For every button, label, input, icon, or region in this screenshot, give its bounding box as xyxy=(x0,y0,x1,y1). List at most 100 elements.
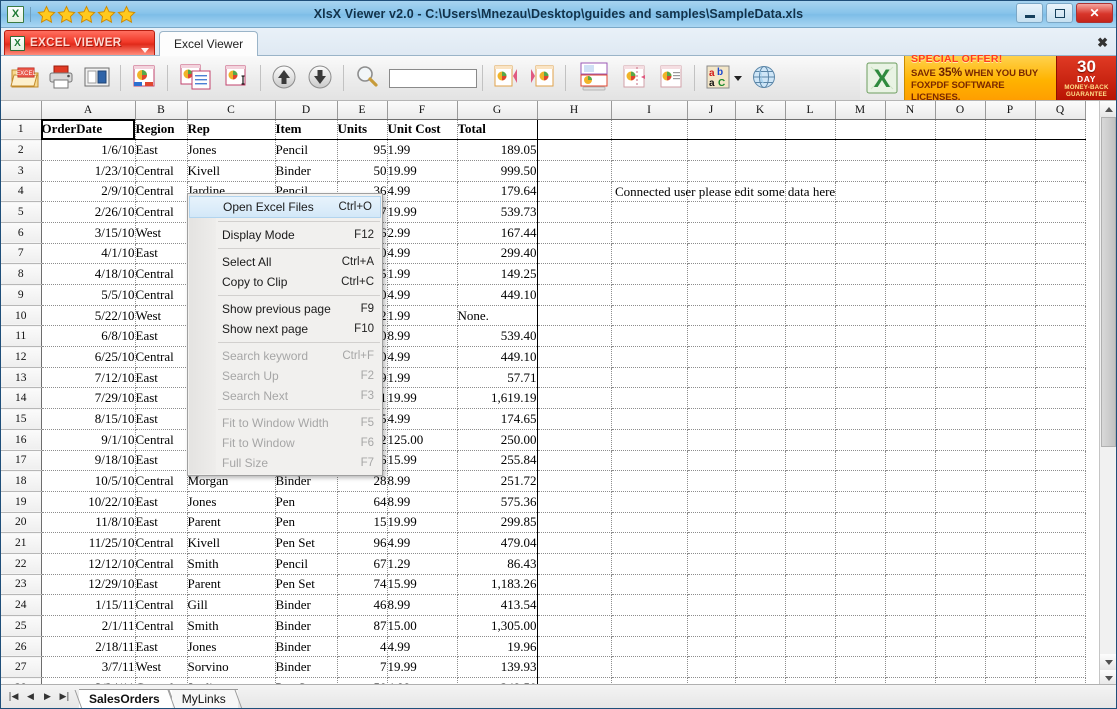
cell-O24[interactable] xyxy=(935,594,986,616)
cell-B6[interactable]: West xyxy=(135,222,188,244)
cell-K27[interactable] xyxy=(735,656,786,679)
cell-J3[interactable] xyxy=(687,160,736,182)
cell-C24[interactable]: Gill xyxy=(187,594,276,616)
row-header-1[interactable]: 1 xyxy=(1,119,42,141)
cell-M8[interactable] xyxy=(835,263,886,285)
row-header-20[interactable]: 20 xyxy=(1,512,42,534)
cell-O13[interactable] xyxy=(935,367,986,389)
cell-L12[interactable] xyxy=(785,346,836,368)
cell-N3[interactable] xyxy=(885,160,936,182)
tab-excel-viewer[interactable]: Excel Viewer xyxy=(159,31,259,56)
cell-K2[interactable] xyxy=(735,139,786,161)
abc-language-button[interactable]: a b a C xyxy=(700,59,736,97)
cell-H9[interactable] xyxy=(537,284,612,306)
cell-O22[interactable] xyxy=(935,553,986,575)
cell-A1[interactable]: OrderDate xyxy=(41,119,136,141)
cell-K12[interactable] xyxy=(735,346,786,368)
single-page-button[interactable] xyxy=(617,59,653,97)
cell-M19[interactable] xyxy=(835,491,886,513)
cell-O2[interactable] xyxy=(935,139,986,161)
cell-I11[interactable] xyxy=(611,325,688,348)
cell-P16[interactable] xyxy=(985,429,1036,451)
cell-I10[interactable] xyxy=(611,305,688,327)
cell-K15[interactable] xyxy=(735,408,786,430)
cell-N10[interactable] xyxy=(885,305,936,327)
cell-G19[interactable]: 575.36 xyxy=(457,491,538,513)
context-menu-item-show-next-page[interactable]: Show next page F10 xyxy=(188,319,382,339)
cell-G23[interactable]: 1,183.26 xyxy=(457,574,538,596)
row-header-25[interactable]: 25 xyxy=(1,615,42,637)
cell-P25[interactable] xyxy=(985,615,1036,637)
cell-O14[interactable] xyxy=(935,387,986,410)
cell-G17[interactable]: 255.84 xyxy=(457,450,538,472)
cell-J20[interactable] xyxy=(687,512,736,534)
maximize-button[interactable] xyxy=(1046,3,1073,23)
cell-B26[interactable]: East xyxy=(135,636,188,658)
cell-A26[interactable]: 2/18/11 xyxy=(41,636,136,658)
cell-G1[interactable]: Total xyxy=(457,119,538,141)
abc-language-chevron-down-icon[interactable] xyxy=(734,75,742,81)
tab-close-icon[interactable]: ✖ xyxy=(1097,35,1108,51)
cell-H7[interactable] xyxy=(537,243,612,265)
cell-A4[interactable]: 2/9/10 xyxy=(41,181,136,203)
row-header-15[interactable]: 15 xyxy=(1,408,42,430)
cell-P17[interactable] xyxy=(985,450,1036,472)
cell-H23[interactable] xyxy=(537,574,612,596)
cell-M22[interactable] xyxy=(835,553,886,575)
cell-M12[interactable] xyxy=(835,346,886,368)
cell-Q1[interactable] xyxy=(1035,119,1086,141)
cell-A19[interactable]: 10/22/10 xyxy=(41,491,136,513)
cell-N16[interactable] xyxy=(885,429,936,451)
table-row[interactable]: 1 OrderDate Region Rep Item Units Unit Cost Tot… xyxy=(1,119,1086,141)
context-menu[interactable]: Open Excel Files Ctrl+O Display Mode F12 Sel… xyxy=(187,193,383,476)
cell-F19[interactable]: 8.99 xyxy=(387,491,458,513)
cell-B27[interactable]: West xyxy=(135,656,188,679)
cell-G8[interactable]: 149.25 xyxy=(457,263,538,285)
cell-O10[interactable] xyxy=(935,305,986,327)
web-globe-button[interactable] xyxy=(746,59,782,97)
cell-K24[interactable] xyxy=(735,594,786,616)
cell-A18[interactable]: 10/5/10 xyxy=(41,470,136,492)
table-row[interactable]: 74/1/10EastJonesBinder604.99299.40 xyxy=(1,243,1086,265)
cell-N23[interactable] xyxy=(885,574,936,596)
cell-G21[interactable]: 479.04 xyxy=(457,532,538,554)
page-down-button[interactable] xyxy=(302,59,338,97)
cell-J1[interactable] xyxy=(687,119,736,141)
cell-E20[interactable]: 15 xyxy=(337,512,388,534)
row-header-11[interactable]: 11 xyxy=(1,325,42,348)
cell-G5[interactable]: 539.73 xyxy=(457,201,538,223)
cell-I5[interactable] xyxy=(611,201,688,223)
cell-N13[interactable] xyxy=(885,367,936,389)
cell-G2[interactable]: 189.05 xyxy=(457,139,538,161)
cell-B15[interactable]: East xyxy=(135,408,188,430)
cell-P6[interactable] xyxy=(985,222,1036,244)
column-header-I[interactable]: I xyxy=(611,101,688,120)
cell-A23[interactable]: 12/29/10 xyxy=(41,574,136,596)
cell-K22[interactable] xyxy=(735,553,786,575)
cell-K18[interactable] xyxy=(735,470,786,492)
cell-B10[interactable]: West xyxy=(135,305,188,327)
cell-M1[interactable] xyxy=(835,119,886,141)
cell-G18[interactable]: 251.72 xyxy=(457,470,538,492)
cell-K19[interactable] xyxy=(735,491,786,513)
context-menu-item-select-all[interactable]: Select All Ctrl+A xyxy=(188,252,382,272)
cell-H19[interactable] xyxy=(537,491,612,513)
cell-E22[interactable]: 67 xyxy=(337,553,388,575)
cell-G9[interactable]: 449.10 xyxy=(457,284,538,306)
cell-E19[interactable]: 64 xyxy=(337,491,388,513)
cell-G6[interactable]: 167.44 xyxy=(457,222,538,244)
cell-Q18[interactable] xyxy=(1035,470,1086,492)
table-row[interactable]: 3 1/23/10 Central Kivell Binder 50 19.99 999.50 xyxy=(1,160,1086,182)
cell-J5[interactable] xyxy=(687,201,736,223)
rating-stars[interactable] xyxy=(37,4,136,24)
cell-H18[interactable] xyxy=(537,470,612,492)
three-d-view-button[interactable] xyxy=(126,59,162,97)
cell-N22[interactable] xyxy=(885,553,936,575)
cell-H20[interactable] xyxy=(537,512,612,534)
cell-K17[interactable] xyxy=(735,450,786,472)
column-header-J[interactable]: J xyxy=(687,101,736,120)
cell-K10[interactable] xyxy=(735,305,786,327)
cell-F21[interactable]: 4.99 xyxy=(387,532,458,554)
table-row[interactable]: 22 12/12/10 Central Smith Pencil 67 1.29 86.43 xyxy=(1,553,1086,575)
cell-F26[interactable]: 4.99 xyxy=(387,636,458,658)
